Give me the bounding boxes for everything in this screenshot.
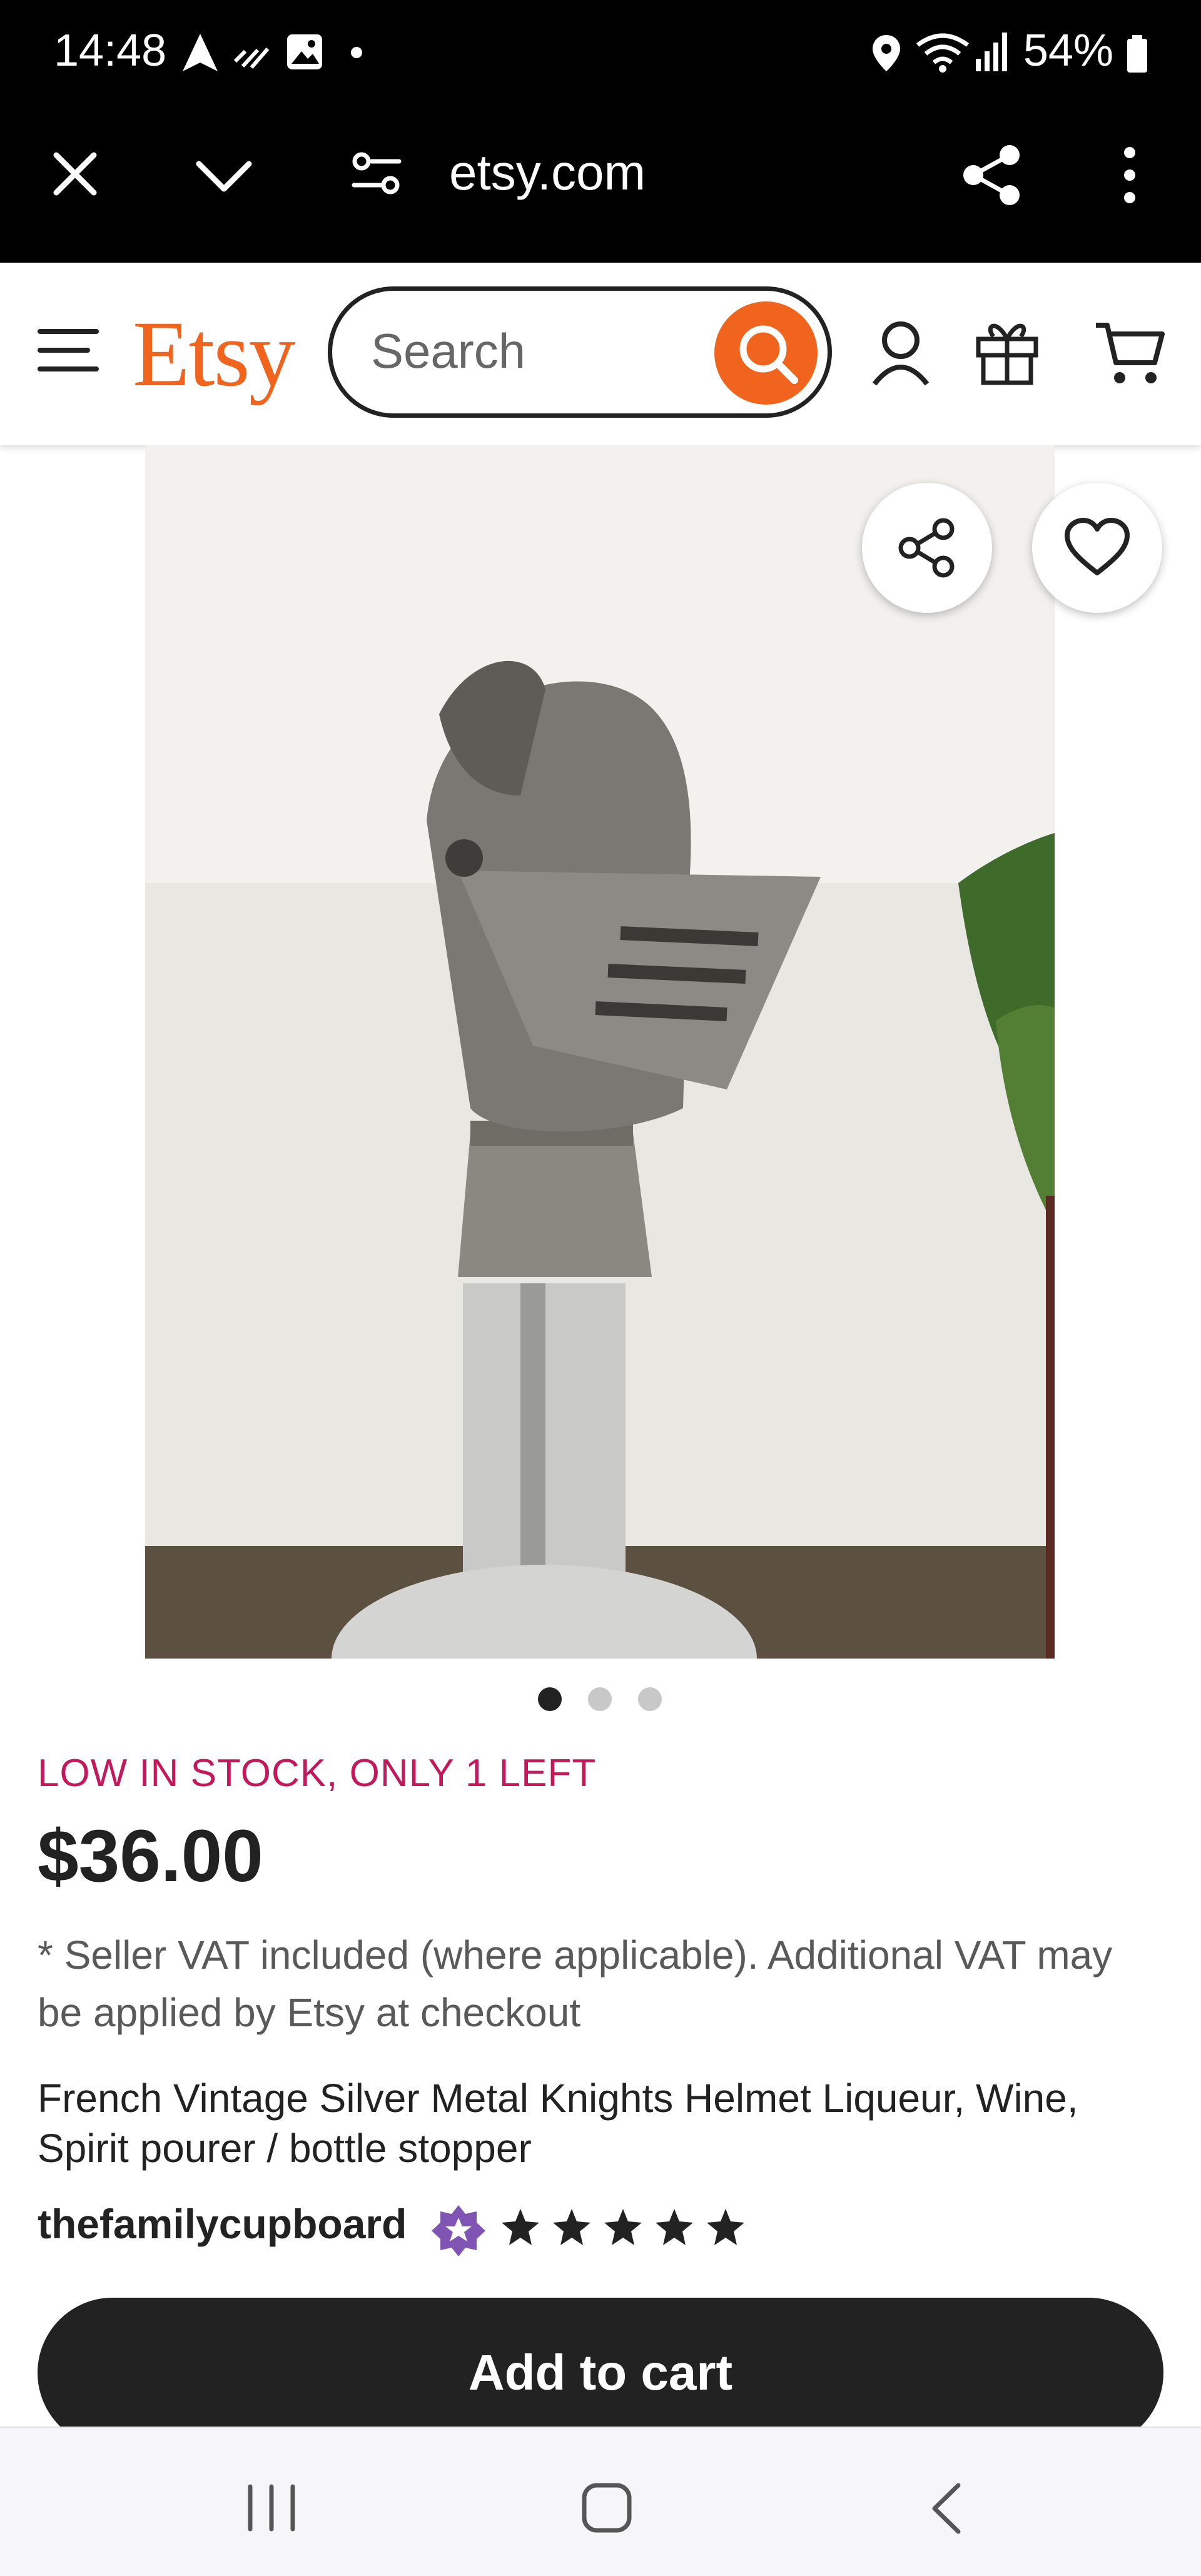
cart-icon[interactable] [1093,320,1166,385]
home-icon[interactable] [580,2482,633,2534]
star-icon [553,2209,590,2245]
etsy-logo[interactable]: Etsy [133,300,296,408]
gift-icon[interactable] [975,316,1040,386]
wifi-icon [916,33,970,73]
heart-icon [1065,518,1130,575]
dot-icon [351,47,362,58]
status-bar: 14:48 54% [0,0,1201,105]
star-icon [707,2209,744,2245]
signal-icon [976,33,1007,71]
missed-call-icon [233,48,270,69]
star-icon [656,2209,693,2245]
menu-icon[interactable] [38,325,99,375]
back-icon[interactable] [927,2482,965,2535]
chevron-down-icon[interactable] [194,159,254,194]
location-icon [873,35,900,71]
clock: 14:48 [54,26,167,76]
share-icon [898,518,955,578]
search-button[interactable] [714,301,818,405]
carousel-dot-1[interactable] [538,1687,562,1711]
browser-toolbar: etsy.com [0,105,1201,263]
account-icon[interactable] [869,319,932,388]
star-seller-badge-icon [432,2205,485,2256]
site-settings-icon[interactable] [350,150,403,198]
price: $36.00 [38,1815,263,1897]
carousel-dot-3[interactable] [638,1687,662,1711]
share-button[interactable] [862,483,992,613]
system-navigation-bar [0,2427,1201,2576]
more-icon[interactable] [1117,144,1142,206]
battery-icon [1127,35,1147,73]
seller-name[interactable]: thefamilycupboard [38,2200,407,2248]
knight-helmet-stopper-photo [145,445,1055,1659]
search-bar[interactable] [328,286,832,418]
rating-stars [500,2205,751,2255]
add-to-cart-button[interactable]: Add to cart [38,2298,1163,2448]
favorite-button[interactable] [1032,483,1162,613]
vat-note: * Seller VAT included (where applicable)… [38,1932,1113,2035]
star-icon [604,2209,642,2245]
navigation-icon [183,34,218,71]
carousel-dot-2[interactable] [588,1687,612,1711]
gallery-icon [287,34,322,69]
search-input[interactable] [370,316,697,386]
share-icon[interactable] [960,143,1025,208]
battery-percent: 54% [1023,26,1113,76]
stock-notice: LOW IN STOCK, ONLY 1 LEFT [38,1752,597,1795]
close-icon[interactable] [50,149,100,199]
site-header: Etsy [0,263,1201,445]
recents-icon[interactable] [245,2484,299,2532]
product-image[interactable] [145,445,1055,1659]
star-icon [502,2209,539,2245]
search-icon [739,325,798,384]
product-title: French Vintage Silver Metal Knights Helm… [38,2076,1078,2171]
url-text[interactable]: etsy.com [449,144,646,201]
